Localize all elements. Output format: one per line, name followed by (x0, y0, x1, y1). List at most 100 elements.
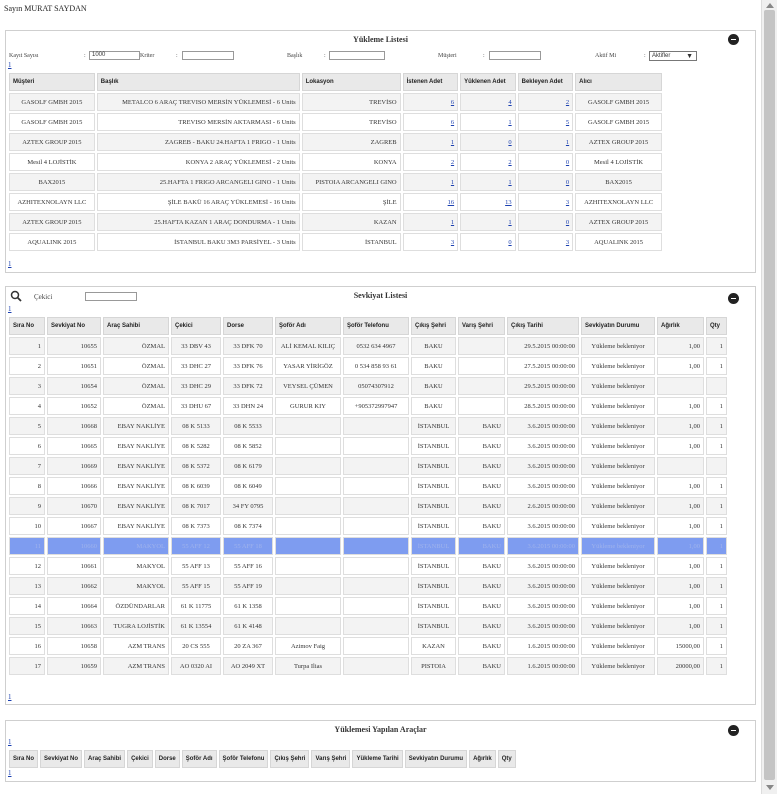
column-header[interactable]: Dorse (154, 750, 180, 768)
column-header[interactable]: Şoför Adı (181, 750, 217, 768)
table-row[interactable]: 10 10667 EBAY NAKLİYE 08 K 7373 08 K 7374 İST… (9, 517, 727, 535)
loaded-count-link[interactable]: 4 (508, 99, 511, 106)
loaded-count-link[interactable]: 1 (508, 179, 511, 186)
vertical-scrollbar[interactable] (761, 0, 777, 794)
table-row[interactable]: 2 10651 ÖZMAL 33 DHC 27 33 DFK 76 YASAR YİRİG… (9, 357, 727, 375)
scroll-up-icon[interactable] (766, 3, 774, 8)
pager-link[interactable]: 1 (8, 738, 12, 746)
pending-count-link[interactable]: 2 (566, 99, 569, 106)
column-header[interactable]: Varış Şehri (458, 317, 505, 335)
requested-count-link[interactable]: 3 (451, 239, 454, 246)
table-row[interactable]: 15 10663 TUGRA LOJİSTİK 61 K 13554 61 K 4148… (9, 617, 727, 635)
column-header[interactable]: Qty (497, 750, 516, 768)
loaded-count-link[interactable]: 1 (508, 119, 511, 126)
loaded-count-link[interactable]: 0 (508, 239, 511, 246)
column-header[interactable]: Sıra No (9, 317, 45, 335)
record-count-input[interactable]: 1000 (89, 51, 140, 60)
title-filter-input[interactable] (329, 51, 385, 60)
column-header[interactable]: Şoför Adı (275, 317, 341, 335)
column-header[interactable]: Çıkış Tarihi (507, 317, 579, 335)
pager-link[interactable]: 1 (8, 260, 12, 268)
column-header[interactable]: Ağırlık (657, 317, 704, 335)
column-header[interactable]: Araç Sahibi (103, 317, 169, 335)
column-header[interactable]: Sevkiyatın Durumu (581, 317, 655, 335)
pending-count-link[interactable]: 5 (566, 119, 569, 126)
table-row[interactable]: 1 10655 ÖZMAL 33 DBV 43 33 DFK 70 ALİ KEMAL K… (9, 337, 727, 355)
requested-count-link[interactable]: 1 (451, 219, 454, 226)
table-row[interactable]: GASOLF GMBH 2015 METALCO 6 ARAÇ TREVISO M… (9, 93, 662, 111)
customer-filter-input[interactable] (489, 51, 541, 60)
table-row[interactable]: 11 10660 MAKYOL 55 AFF 12 55 AFF 18 İSTANBUL B… (9, 537, 727, 555)
loaded-count-link[interactable]: 13 (505, 199, 512, 206)
loaded-count-link[interactable]: 1 (508, 219, 511, 226)
column-header[interactable]: Ağırlık (469, 750, 496, 768)
column-header[interactable]: Lokasyon (301, 73, 401, 91)
column-header[interactable]: Başlık (96, 73, 300, 91)
table-row[interactable]: BAX2015 25.HAFTA 1 FRIGO ARCANGELI GINO -… (9, 173, 662, 191)
table-row[interactable]: 13 10662 MAKYOL 55 AFF 15 55 AFF 19 İSTANBUL B… (9, 577, 727, 595)
loaded-count-link[interactable]: 0 (508, 139, 511, 146)
column-header[interactable]: Çıkış Şehri (270, 750, 310, 768)
table-row[interactable]: 9 10670 EBAY NAKLİYE 08 K 7017 34 FY 0795 İST… (9, 497, 727, 515)
column-header[interactable]: Müşteri (9, 73, 95, 91)
column-header[interactable]: Çekici (171, 317, 221, 335)
requested-count-link[interactable]: 1 (451, 179, 454, 186)
table-row[interactable]: AQUALINK 2015 İSTANBUL BAKU 3M3 PARSİYEL … (9, 233, 662, 251)
column-header[interactable]: Çekici (127, 750, 153, 768)
column-header[interactable]: Yüklenen Adet (460, 73, 516, 91)
collapse-icon[interactable] (728, 293, 739, 304)
column-header[interactable]: Şoför Telefonu (343, 317, 409, 335)
column-header[interactable]: Sevkiyat No (47, 317, 101, 335)
table-row[interactable]: 5 10668 EBAY NAKLİYE 08 K 5133 08 K 5533 İSTA… (9, 417, 727, 435)
table-row[interactable]: 17 10659 AZM TRANS AO 0320 AI AO 2049 XT Turp… (9, 657, 727, 675)
active-filter-select[interactable]: Aktifler ▼ (649, 51, 697, 61)
requested-count-link[interactable]: 6 (451, 119, 454, 126)
requested-count-link[interactable]: 1 (451, 139, 454, 146)
pager-link[interactable]: 1 (8, 305, 12, 313)
pending-count-link[interactable]: 3 (566, 199, 569, 206)
column-header[interactable]: Varış Şehri (311, 750, 351, 768)
pending-count-link[interactable]: 0 (566, 219, 569, 226)
column-header[interactable]: Çıkış Şehri (411, 317, 456, 335)
table-row[interactable]: 4 10652 ÖZMAL 33 DHU 67 33 DHN 24 GURUR KIY +9… (9, 397, 727, 415)
scrollbar-thumb[interactable] (764, 10, 775, 780)
table-row[interactable]: AZHITEXNOLAYN LLC ŞİLE BAKÜ 16 ARAÇ YÜKLE… (9, 193, 662, 211)
collapse-icon[interactable] (728, 725, 739, 736)
table-row[interactable]: AZTEX GROUP 2015 25.HAFTA KAZAN 1 ARAÇ DO… (9, 213, 662, 231)
column-header[interactable]: Şoför Telefonu (218, 750, 269, 768)
table-row[interactable]: GASOLF GMBH 2015 TREVISO MERSİN AKTARMASI… (9, 113, 662, 131)
column-header[interactable]: Alıcı (575, 73, 662, 91)
table-row[interactable]: 8 10666 EBAY NAKLİYE 08 K 6039 08 K 6049 İSTA… (9, 477, 727, 495)
column-header[interactable]: İstenen Adet (402, 73, 459, 91)
pending-count-link[interactable]: 1 (566, 139, 569, 146)
table-row[interactable]: Mesil 4 LOJİSTİK KONYA 2 ARAÇ YÜKLEMESİ -… (9, 153, 662, 171)
pending-count-link[interactable]: 0 (566, 159, 569, 166)
table-row[interactable]: 7 10669 EBAY NAKLİYE 08 K 5372 08 K 6179 İSTA… (9, 457, 727, 475)
column-header[interactable]: Sevkiyatın Durumu (404, 750, 468, 768)
requested-count-link[interactable]: 16 (448, 199, 455, 206)
collapse-icon[interactable] (728, 34, 739, 45)
requested-count-link[interactable]: 2 (451, 159, 454, 166)
pager-link[interactable]: 1 (8, 769, 12, 777)
pending-count-link[interactable]: 0 (566, 179, 569, 186)
table-row[interactable]: 6 10665 EBAY NAKLİYE 08 K 5282 08 K 5852 İSTA… (9, 437, 727, 455)
table-row[interactable]: AZTEX GROUP 2015 ZAGREB - BAKU 24.HAFTA 1… (9, 133, 662, 151)
column-header[interactable]: Dorse (223, 317, 273, 335)
table-row[interactable]: 3 10654 ÖZMAL 33 DHC 29 33 DFK 72 VEYSEL ÇÜME… (9, 377, 727, 395)
column-header[interactable]: Araç Sahibi (84, 750, 126, 768)
table-row[interactable]: 14 10664 ÖZDÜNDARLAR 61 K 11775 61 K 1358 İST… (9, 597, 727, 615)
column-header[interactable]: Sıra No (9, 750, 39, 768)
column-header[interactable]: Bekleyen Adet (517, 73, 574, 91)
table-row[interactable]: 12 10661 MAKYOL 55 AFF 13 55 AFF 16 İSTANBUL B… (9, 557, 727, 575)
column-header[interactable]: Yükleme Tarihi (352, 750, 403, 768)
pager-link[interactable]: 1 (8, 693, 12, 701)
column-header[interactable]: Sevkiyat No (40, 750, 83, 768)
requested-count-link[interactable]: 6 (451, 99, 454, 106)
table-row[interactable]: 16 10658 AZM TRANS 20 CS 555 20 ZA 367 Azimov… (9, 637, 727, 655)
scroll-down-icon[interactable] (766, 785, 774, 790)
column-header[interactable]: Qty (706, 317, 727, 335)
criteria-input[interactable] (182, 51, 234, 60)
pending-count-link[interactable]: 3 (566, 239, 569, 246)
loaded-count-link[interactable]: 2 (508, 159, 511, 166)
pager-link[interactable]: 1 (8, 61, 12, 69)
